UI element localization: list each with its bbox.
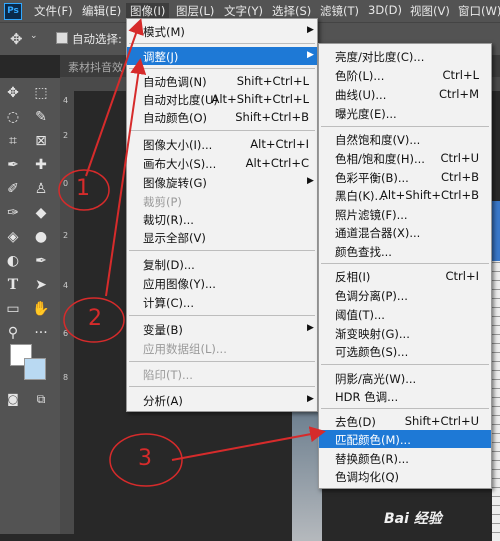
baidu-watermark: Bai 经验 <box>384 511 442 527</box>
annotation-number-1: 1 <box>76 176 90 201</box>
annotation-number-3: 3 <box>138 446 152 471</box>
annotation-overlay <box>58 18 326 487</box>
arrow-to-image-menu <box>85 18 144 177</box>
annotation-number-2: 2 <box>88 306 102 331</box>
arrow-to-match-color <box>171 426 326 461</box>
arrow-to-adjustments <box>105 58 147 297</box>
